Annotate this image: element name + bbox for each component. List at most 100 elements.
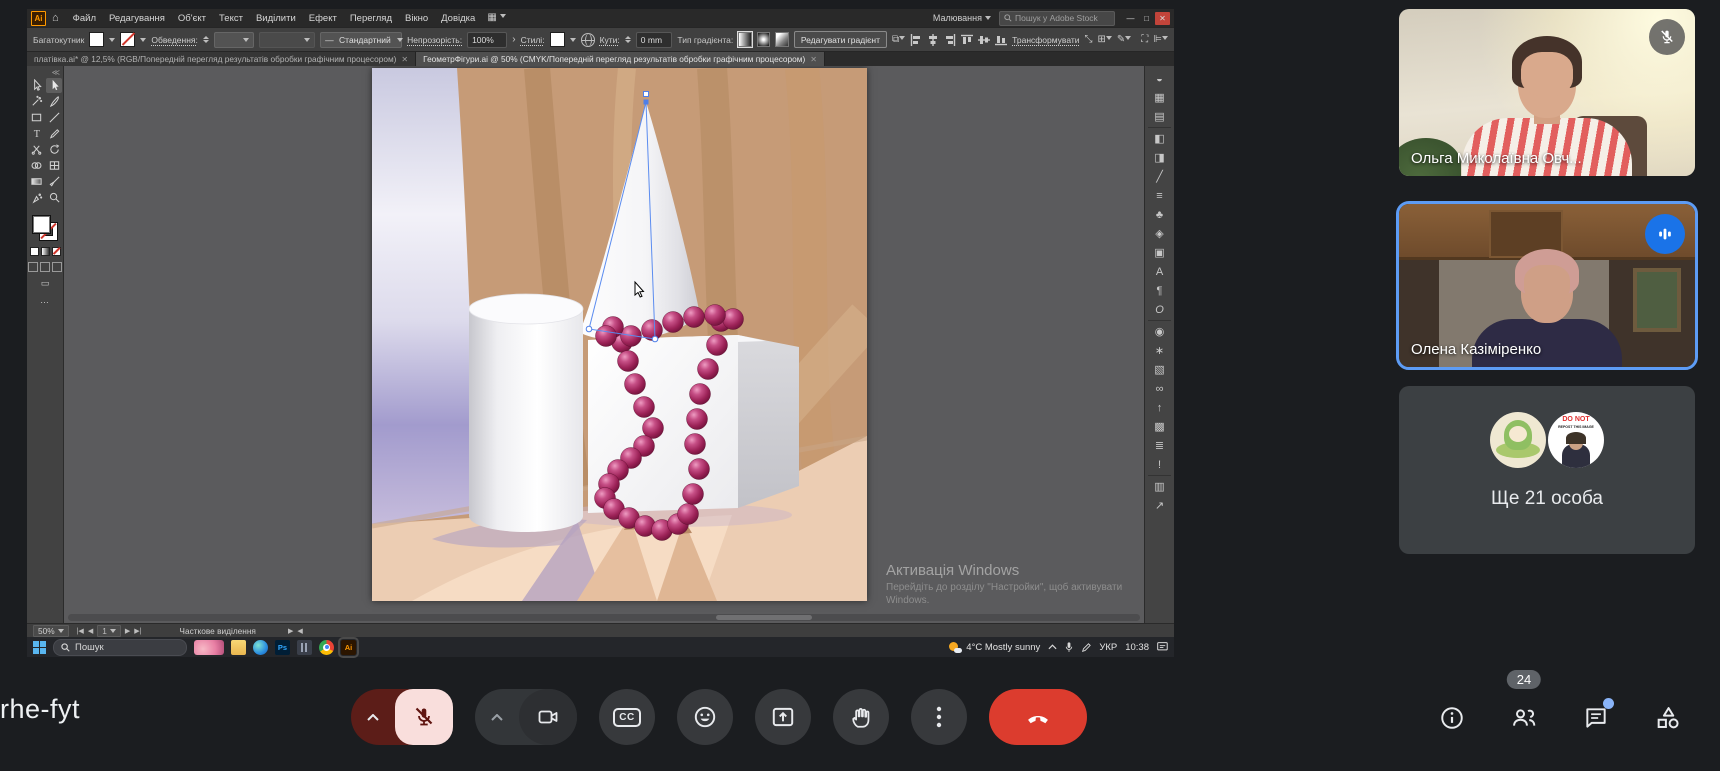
graphic-styles-panel-icon[interactable]: ∗ [1145,341,1174,360]
edit-toolbar-icon[interactable]: … [40,295,50,305]
gradient-panel-icon[interactable]: ◧ [1145,129,1174,148]
next-artboard-icon[interactable]: ▶ [125,627,130,635]
home-icon[interactable]: ⌂ [52,13,59,24]
arrange-documents-icon[interactable]: ▦ [487,13,505,23]
mic-options-chevron[interactable] [351,714,395,721]
menu-object[interactable]: Об'єкт [178,13,206,24]
prev-artboard-icon[interactable]: ◀ [88,627,93,635]
fill-color-well[interactable] [32,215,51,234]
artboard[interactable] [372,68,867,601]
asset-export-panel-icon[interactable]: ↑ [1145,398,1174,417]
weather-widget[interactable]: 4°C Mostly sunny [949,641,1040,654]
file-explorer-icon[interactable] [231,640,246,655]
transparency-panel-icon[interactable]: ◨ [1145,148,1174,167]
opacity-link[interactable]: Непрозорість: [407,35,462,45]
fill-caret-icon[interactable] [109,38,115,42]
styles-link[interactable]: Стилі: [521,35,545,45]
align-bottom-icon[interactable] [995,34,1007,46]
chat-panel-button[interactable] [1581,703,1611,733]
mesh-tool[interactable] [46,158,62,173]
zoom-level-select[interactable]: 50% [33,625,69,637]
corners-value[interactable]: 0 mm [636,32,673,48]
brushes-panel-icon[interactable]: ╱ [1145,167,1174,186]
none-button[interactable] [52,247,61,256]
more-options-button[interactable] [911,689,967,745]
libraries-panel-icon[interactable]: ▤ [1145,107,1174,126]
image-trace-panel-icon[interactable]: ▧ [1145,360,1174,379]
gradient-button[interactable] [41,247,50,256]
export-panel-icon[interactable]: ↗ [1145,496,1174,515]
photoshop-icon[interactable]: Ps [275,640,290,655]
swatches-panel-icon[interactable]: ▦ [1145,88,1174,107]
align-center-icon[interactable] [927,34,939,46]
more-participants-tile[interactable]: DO NOT REPOST THIS IMAGE Ще 21 особа [1399,386,1695,554]
gradient-tool[interactable] [28,174,44,189]
maximize-button[interactable]: □ [1139,12,1154,25]
properties-toggle-icon[interactable]: ⛶ [1141,35,1148,45]
start-button[interactable] [33,641,46,654]
workspace-switcher[interactable]: Малювання [933,13,991,23]
panel-list-icon[interactable]: ⊫ [1153,35,1168,45]
horizontal-scrollbar[interactable] [68,614,1140,621]
align-middle-icon[interactable] [978,34,990,46]
pattern-panel-icon[interactable]: ▩ [1145,417,1174,436]
menu-view[interactable]: Перегляд [350,13,392,24]
camera-toggle-button[interactable] [519,689,577,745]
camera-options-chevron[interactable] [475,714,519,721]
corners-link[interactable]: Кути: [600,35,620,45]
chrome-icon[interactable] [319,640,334,655]
search-highlight-image[interactable] [194,640,224,655]
cylinder-shape[interactable] [469,294,583,532]
variable-width-select[interactable]: — Стандартний [320,32,402,48]
edge-browser-icon[interactable] [253,640,268,655]
menu-window[interactable]: Вікно [405,13,428,24]
opentype-panel-icon[interactable]: O [1145,300,1174,319]
opacity-menu-icon[interactable]: › [512,35,515,45]
magic-wand-tool[interactable] [28,94,44,109]
first-artboard-icon[interactable]: |◀ [77,627,84,635]
menu-select[interactable]: Виділити [256,13,296,24]
end-call-button[interactable] [989,689,1087,745]
shape-options-icon[interactable]: ⊞ [1098,35,1112,45]
freeform-gradient-button[interactable] [775,32,789,47]
stroke-caret-icon[interactable] [140,38,146,42]
scrollbar-thumb[interactable] [716,615,812,620]
tray-mic-icon[interactable] [1065,642,1073,653]
back-icon[interactable]: ◀ [297,627,302,635]
align-panel-icon[interactable]: ≣ [1145,436,1174,455]
linear-gradient-button[interactable] [738,32,752,47]
style-caret-icon[interactable] [570,38,576,42]
stroke-panel-icon[interactable]: ≡ [1145,186,1174,205]
fill-stroke-indicator[interactable] [32,215,58,241]
isolate-icon[interactable]: ⧉ [892,35,905,45]
menu-effect[interactable]: Ефект [309,13,337,24]
symbols-panel-icon[interactable]: ♣ [1145,205,1174,224]
corners-stepper[interactable] [625,36,631,43]
selection-tool[interactable] [46,78,62,93]
tray-pen-icon[interactable] [1081,642,1091,653]
last-artboard-icon[interactable]: ▶| [134,627,141,635]
canvas[interactable]: Активація Windows Перейдіть до розділу "… [64,66,1144,623]
meeting-details-button[interactable] [1437,703,1467,733]
radial-gradient-button[interactable] [757,32,771,47]
tab-geometrfigury[interactable]: ГеометрФігури.ai @ 50% (CMYK/Попередній … [416,52,825,66]
close-tab-icon[interactable]: ✕ [810,55,817,64]
document-setup-globe-icon[interactable] [581,33,595,47]
info-panel-icon[interactable]: ! [1145,455,1174,474]
align-top-icon[interactable] [961,34,973,46]
draw-normal-mode[interactable] [28,262,38,272]
language-indicator[interactable]: УКР [1099,642,1117,653]
symbol-sprayer-tool[interactable] [28,190,44,205]
color-button[interactable] [30,247,39,256]
character-panel-icon[interactable]: A [1145,262,1174,281]
mic-toggle-button[interactable] [395,689,453,745]
rotate-tool[interactable] [46,142,62,157]
color-panel-icon[interactable]: ◒ [1145,69,1174,88]
minimize-button[interactable]: — [1123,12,1138,25]
fill-swatch[interactable] [89,32,104,47]
stroke-weight-link[interactable]: Обведення: [151,35,197,45]
raise-hand-button[interactable] [833,689,889,745]
edit-gradient-button[interactable]: Редагувати градієнт [794,31,887,48]
collapse-tools-icon[interactable]: ≪ [52,68,60,77]
pathfinder-panel-icon[interactable]: ▥ [1145,477,1174,496]
